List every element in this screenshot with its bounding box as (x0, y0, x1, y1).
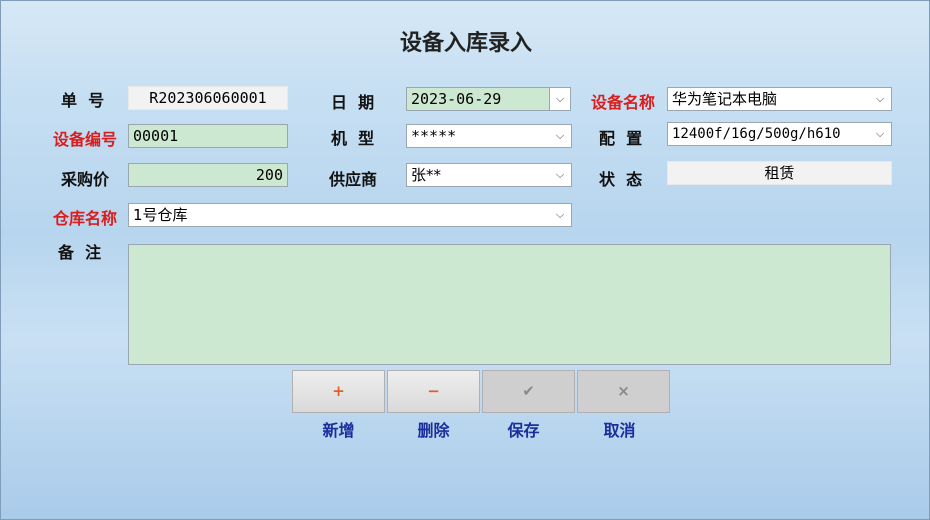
chevron-down-icon[interactable]: ⌵ (553, 207, 567, 223)
chevron-down-icon[interactable]: ⌵ (873, 126, 887, 142)
check-icon: ✔ (522, 382, 535, 400)
date-dropdown-button[interactable]: ⌵ (549, 87, 571, 111)
order-no-label: 单 号 (61, 91, 105, 110)
page-title: 设备入库录入 (399, 30, 532, 56)
device-code-label: 设备编号 (53, 130, 118, 149)
cancel-button-label[interactable]: 取消 (573, 417, 666, 441)
supplier-label: 供应商 (329, 170, 378, 189)
add-button-label[interactable]: 新增 (292, 417, 385, 441)
add-button[interactable]: + (292, 370, 385, 413)
remark-label: 备 注 (58, 243, 102, 262)
purchase-price-field[interactable]: 200 (128, 163, 288, 187)
config-label: 配 置 (599, 129, 643, 148)
save-button[interactable]: ✔ (482, 370, 575, 413)
warehouse-value: 1号仓库 (133, 206, 188, 224)
warehouse-label: 仓库名称 (53, 209, 118, 228)
chevron-down-icon[interactable]: ⌵ (553, 167, 567, 183)
date-label: 日 期 (331, 93, 375, 112)
chevron-down-icon[interactable]: ⌵ (873, 91, 887, 107)
config-value: 12400f/16g/500g/h610 (672, 126, 841, 142)
minus-icon: − (427, 382, 440, 400)
date-field[interactable]: 2023-06-29 (406, 87, 551, 111)
device-code-field[interactable]: 00001 (128, 124, 288, 148)
config-select[interactable]: 12400f/16g/500g/h610 ⌵ (667, 122, 892, 146)
device-name-label: 设备名称 (591, 93, 656, 112)
x-icon: × (617, 382, 630, 400)
supplier-value: 张** (411, 166, 442, 184)
save-button-label[interactable]: 保存 (477, 417, 570, 441)
model-label: 机 型 (331, 129, 375, 148)
delete-button-label[interactable]: 删除 (387, 417, 480, 441)
delete-button[interactable]: − (387, 370, 480, 413)
purchase-price-label: 采购价 (61, 170, 110, 189)
status-field: 租赁 (667, 161, 892, 185)
remark-textarea[interactable] (128, 244, 891, 365)
supplier-select[interactable]: 张** ⌵ (406, 163, 572, 187)
plus-icon: + (332, 382, 345, 400)
status-label: 状 态 (599, 170, 643, 189)
model-select[interactable]: ***** ⌵ (406, 124, 572, 148)
device-name-select[interactable]: 华为笔记本电脑 ⌵ (667, 87, 892, 111)
cancel-button[interactable]: × (577, 370, 670, 413)
chevron-down-icon: ⌵ (555, 92, 565, 105)
warehouse-select[interactable]: 1号仓库 ⌵ (128, 203, 572, 227)
chevron-down-icon[interactable]: ⌵ (553, 128, 567, 144)
order-no-field: R202306060001 (128, 86, 288, 110)
model-value: ***** (411, 127, 457, 145)
device-name-value: 华为笔记本电脑 (672, 90, 778, 108)
